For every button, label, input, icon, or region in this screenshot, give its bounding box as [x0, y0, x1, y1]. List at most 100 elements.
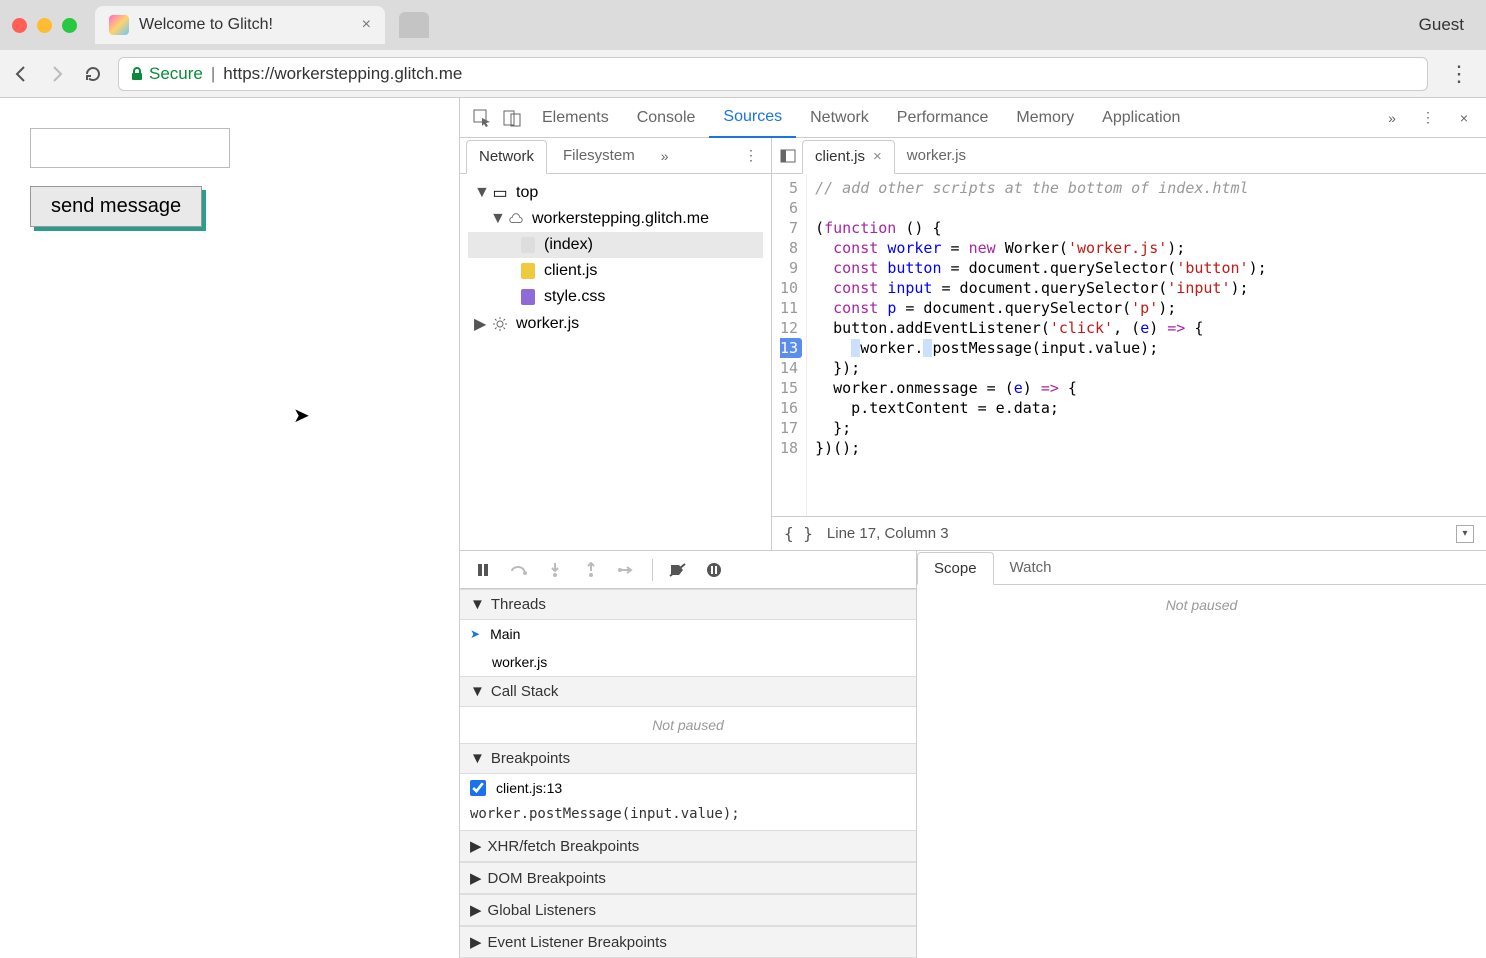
devtools-tabs: ElementsConsoleSourcesNetworkPerformance…	[460, 98, 1486, 138]
address-bar[interactable]: Secure | https://workerstepping.glitch.m…	[118, 57, 1428, 91]
deactivate-breakpoints-button[interactable]	[667, 559, 689, 581]
step-out-button	[580, 559, 602, 581]
device-toggle-icon[interactable]	[498, 104, 526, 132]
scope-watch-tabs: Scope Watch	[917, 551, 1486, 585]
navigator-tab-network[interactable]: Network	[466, 140, 547, 174]
devtools-tab-memory[interactable]: Memory	[1002, 98, 1088, 138]
threads-header[interactable]: ▼Threads	[460, 589, 916, 620]
devtools-tab-application[interactable]: Application	[1088, 98, 1194, 138]
tree-origin[interactable]: ▼ workerstepping.glitch.me	[468, 206, 763, 232]
xhr-breakpoints-header[interactable]: ▶XHR/fetch Breakpoints	[460, 830, 916, 862]
sources-panel: Network Filesystem » ⋮ ▼ ▭ top ▼	[460, 138, 1486, 550]
lock-icon	[131, 67, 143, 81]
breakpoints-header[interactable]: ▼Breakpoints	[460, 743, 916, 774]
callstack-header[interactable]: ▼Call Stack	[460, 676, 916, 707]
favicon	[109, 15, 129, 35]
pause-on-exceptions-button[interactable]	[703, 559, 725, 581]
file-tab[interactable]: worker.js	[895, 139, 978, 173]
devtools-tab-sources[interactable]: Sources	[709, 98, 796, 138]
gear-icon	[492, 316, 508, 332]
toggle-navigator-icon[interactable]	[778, 148, 798, 164]
browser-tab[interactable]: Welcome to Glitch! ×	[95, 6, 385, 44]
breakpoint-item[interactable]: client.js:13	[460, 774, 916, 802]
file-tree: ▼ ▭ top ▼ workerstepping.glitch.me (inde…	[460, 174, 771, 344]
back-button[interactable]	[10, 63, 32, 85]
minimize-window-button[interactable]	[37, 18, 52, 33]
profile-label[interactable]: Guest	[1419, 15, 1474, 35]
pause-button[interactable]	[472, 559, 494, 581]
inspect-element-icon[interactable]	[468, 104, 496, 132]
pretty-print-icon[interactable]: { }	[784, 524, 813, 543]
editor-pane: client.js×worker.js 56789101112131415161…	[772, 138, 1486, 550]
scope-tab[interactable]: Scope	[917, 552, 994, 585]
window-controls	[12, 18, 77, 33]
caret-down-icon: ▼	[470, 596, 485, 613]
step-button	[616, 559, 638, 581]
close-file-icon[interactable]: ×	[873, 148, 882, 165]
caret-right-icon: ▶	[470, 933, 482, 951]
close-tab-icon[interactable]: ×	[362, 16, 371, 34]
message-input[interactable]	[30, 128, 230, 168]
breakpoint-checkbox[interactable]	[470, 780, 486, 796]
caret-down-icon: ▼	[470, 683, 485, 700]
send-message-button[interactable]: send message	[30, 186, 202, 227]
caret-right-icon: ▶	[474, 314, 484, 334]
editor-status-bar: { } Line 17, Column 3 ▾	[772, 516, 1486, 550]
more-navigator-tabs-icon[interactable]: »	[651, 142, 679, 170]
tree-worker[interactable]: ▶ worker.js	[468, 310, 763, 338]
breakpoint-snippet: worker.postMessage(input.value);	[460, 802, 916, 830]
callstack-empty: Not paused	[460, 707, 916, 743]
code-content[interactable]: // add other scripts at the bottom of in…	[807, 174, 1275, 516]
tab-strip: Welcome to Glitch! × Guest	[0, 0, 1486, 50]
forward-button	[46, 63, 68, 85]
devtools-panel: ElementsConsoleSourcesNetworkPerformance…	[460, 98, 1486, 958]
scope-body: Not paused	[917, 585, 1486, 958]
tree-file[interactable]: style.css	[468, 284, 763, 310]
step-into-button	[544, 559, 566, 581]
tree-top[interactable]: ▼ ▭ top	[468, 180, 763, 206]
devtools-menu-icon[interactable]: ⋮	[1414, 104, 1442, 132]
dom-breakpoints-header[interactable]: ▶DOM Breakpoints	[460, 862, 916, 894]
toolbar: Secure | https://workerstepping.glitch.m…	[0, 50, 1486, 98]
css-file-icon	[520, 289, 536, 305]
close-window-button[interactable]	[12, 18, 27, 33]
debugger-right: Scope Watch Not paused	[917, 551, 1486, 958]
caret-down-icon: ▼	[474, 184, 484, 202]
new-tab-button[interactable]	[399, 12, 429, 38]
frame-icon: ▭	[492, 185, 508, 201]
thread-item[interactable]: worker.js	[460, 648, 916, 676]
coverage-icon[interactable]: ▾	[1456, 525, 1474, 543]
maximize-window-button[interactable]	[62, 18, 77, 33]
navigator-tab-filesystem[interactable]: Filesystem	[551, 139, 647, 173]
reload-button[interactable]	[82, 63, 104, 85]
file-tab[interactable]: client.js×	[802, 140, 895, 174]
navigator-tabs: Network Filesystem » ⋮	[460, 138, 771, 174]
step-over-button	[508, 559, 530, 581]
navigator-menu-icon[interactable]: ⋮	[737, 142, 765, 170]
tree-file[interactable]: client.js	[468, 258, 763, 284]
devtools-tab-elements[interactable]: Elements	[528, 98, 623, 138]
debugger-panel: ▼Threads Mainworker.js ▼Call Stack Not p…	[460, 550, 1486, 958]
secure-label: Secure	[149, 64, 203, 84]
secure-indicator: Secure	[131, 64, 203, 84]
devtools-tab-network[interactable]: Network	[796, 98, 883, 138]
code-editor[interactable]: 56789101112131415161718 // add other scr…	[772, 174, 1486, 516]
watch-tab[interactable]: Watch	[994, 551, 1068, 584]
close-devtools-icon[interactable]: ×	[1450, 104, 1478, 132]
caret-down-icon: ▼	[490, 210, 500, 228]
url-text: https://workerstepping.glitch.me	[223, 64, 462, 84]
browser-menu-button[interactable]: ⋮	[1442, 61, 1476, 87]
tree-file[interactable]: (index)	[468, 232, 763, 258]
more-tabs-icon[interactable]: »	[1378, 104, 1406, 132]
caret-right-icon: ▶	[470, 837, 482, 855]
devtools-tab-performance[interactable]: Performance	[883, 98, 1003, 138]
doc-file-icon	[520, 237, 536, 253]
event-breakpoints-header[interactable]: ▶Event Listener Breakpoints	[460, 926, 916, 958]
line-gutter[interactable]: 56789101112131415161718	[772, 174, 807, 516]
content-area: send message ➤ ElementsConsoleSourcesNet…	[0, 98, 1486, 958]
global-listeners-header[interactable]: ▶Global Listeners	[460, 894, 916, 926]
thread-item[interactable]: Main	[460, 620, 916, 648]
devtools-tab-console[interactable]: Console	[623, 98, 710, 138]
caret-down-icon: ▼	[470, 750, 485, 767]
navigator-pane: Network Filesystem » ⋮ ▼ ▭ top ▼	[460, 138, 772, 550]
